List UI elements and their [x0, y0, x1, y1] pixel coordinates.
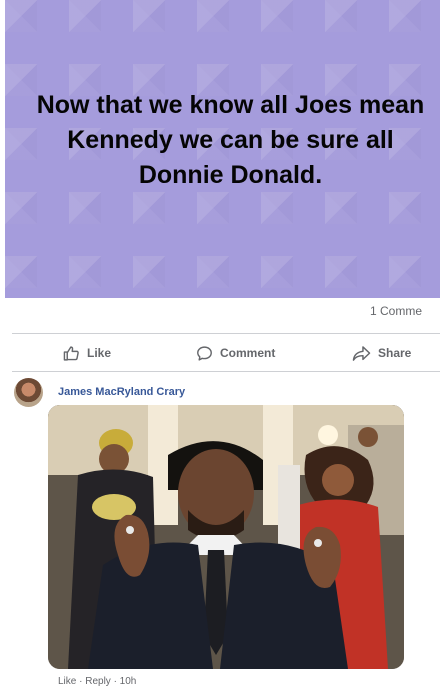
status-post-background: Now that we know all Joes mean Kennedy w… [5, 0, 440, 298]
comment-gif[interactable] [48, 405, 404, 669]
comment-item: James MacRyland Crary Like · Reply · 10h [0, 376, 440, 687]
share-arrow-icon [352, 345, 371, 362]
avatar[interactable] [14, 378, 43, 407]
share-button[interactable]: Share [352, 336, 411, 370]
thumbs-up-icon [63, 345, 80, 362]
like-label: Like [87, 346, 112, 360]
divider-top [12, 333, 440, 334]
like-button[interactable]: Like [63, 336, 111, 370]
post-actions-bar: Like Comment Share [0, 336, 440, 370]
comment-label: Comment [220, 346, 276, 360]
speech-bubble-icon [196, 345, 213, 362]
comment-button[interactable]: Comment [196, 336, 275, 370]
share-label: Share [378, 346, 412, 360]
divider-bottom [12, 371, 440, 372]
comment-count-link[interactable]: 1 Comme [370, 304, 440, 318]
commenter-name-link[interactable]: James MacRyland Crary [58, 386, 185, 398]
post-text: Now that we know all Joes mean Kennedy w… [36, 91, 425, 189]
